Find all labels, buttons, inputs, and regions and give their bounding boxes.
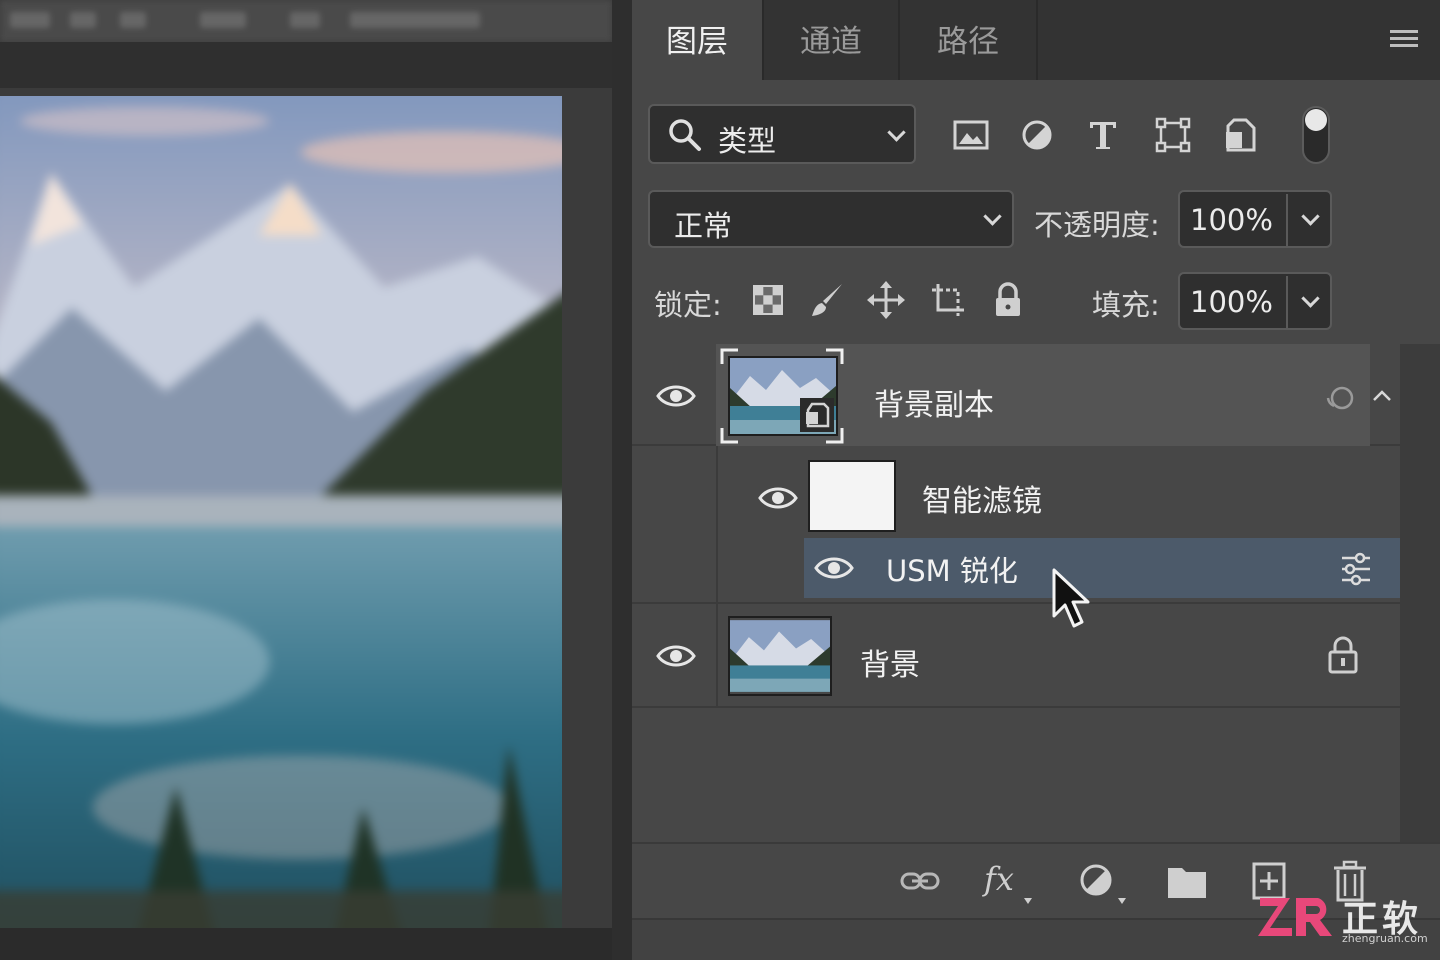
canvas-image[interactable] (0, 96, 562, 928)
eye-icon[interactable] (758, 486, 798, 510)
panel-tab-bar: 图层 通道 路径 (632, 0, 1440, 80)
lock-transparent-pixels-icon[interactable] (748, 280, 788, 320)
filter-toggle-switch[interactable] (1302, 106, 1330, 164)
lock-all-icon[interactable] (988, 280, 1028, 320)
layer-thumbnail[interactable] (728, 616, 832, 696)
eye-icon[interactable] (814, 556, 854, 580)
filter-kind-label: 类型 (718, 124, 777, 158)
tab-paths[interactable]: 路径 (900, 0, 1038, 80)
layer-filter-kind-dropdown[interactable]: 类型 (648, 104, 916, 164)
opacity-value[interactable]: 100% (1190, 203, 1273, 237)
filter-mask-thumbnail[interactable] (808, 460, 896, 532)
blend-mode-value: 正常 (674, 209, 733, 243)
adjustment-filter-icon[interactable] (1018, 116, 1056, 154)
link-layers-icon[interactable] (898, 860, 942, 904)
fx-icon[interactable]: fx (980, 860, 1038, 904)
image-filter-icon[interactable] (952, 116, 990, 154)
fill-label: 填充: (1092, 288, 1160, 322)
svg-text:fx: fx (982, 860, 1014, 898)
layers-list: 背景副本 智能滤镜 USM 锐化 背景 (632, 344, 1400, 842)
lock-image-pixels-icon[interactable] (808, 280, 848, 320)
eye-icon[interactable] (656, 644, 696, 668)
new-adjustment-icon[interactable] (1078, 860, 1132, 904)
layers-panel: 图层 通道 路径 类型 正常 不透明度: 100% 锁定: 填充: 100% 背… (632, 0, 1440, 960)
layer-name[interactable]: 背景 (860, 640, 920, 684)
new-group-icon[interactable] (1166, 860, 1210, 904)
layer-name[interactable]: 背景副本 (874, 380, 994, 424)
shape-filter-icon[interactable] (1154, 116, 1192, 154)
fill-value[interactable]: 100% (1190, 285, 1273, 319)
lock-position-icon[interactable] (866, 280, 906, 320)
document-tab-bar (0, 42, 612, 88)
fill-field[interactable]: 100% (1178, 272, 1332, 330)
layer-row-background-copy[interactable]: 背景副本 (632, 344, 1400, 446)
smart-filter-visibility-icon[interactable] (1324, 384, 1358, 414)
filter-name[interactable]: USM 锐化 (886, 548, 1018, 590)
thumbnail-selection-brackets (720, 348, 844, 444)
lock-label: 锁定: (654, 288, 722, 322)
lock-artboard-icon[interactable] (928, 280, 968, 320)
panel-menu-icon[interactable] (1390, 30, 1418, 52)
layer-row-usm-sharpen[interactable]: USM 锐化 (804, 538, 1400, 598)
zr-logo-icon (1258, 898, 1332, 936)
opacity-field[interactable]: 100% (1178, 190, 1332, 248)
layer-row-background[interactable]: 背景 (632, 604, 1400, 708)
chevron-up-icon[interactable] (1372, 388, 1392, 402)
document-canvas-area[interactable] (0, 0, 612, 960)
mountain-lake-image (0, 96, 562, 928)
search-icon (669, 119, 701, 151)
chevron-down-icon[interactable] (1301, 289, 1320, 308)
smart-object-filter-icon[interactable] (1222, 116, 1260, 154)
tab-layers[interactable]: 图层 (632, 0, 764, 80)
opacity-label: 不透明度: (1034, 208, 1160, 242)
type-filter-icon[interactable] (1084, 116, 1122, 154)
brand-watermark: 正软 zhengruan.com (1256, 890, 1432, 950)
layer-locked-icon[interactable] (1326, 636, 1360, 674)
watermark-domain: zhengruan.com (1342, 932, 1428, 945)
filter-blending-options-icon[interactable] (1340, 552, 1372, 586)
blend-mode-dropdown[interactable]: 正常 (648, 190, 1014, 248)
layers-scrollbar[interactable] (1400, 344, 1440, 842)
eye-icon[interactable] (656, 384, 696, 408)
layer-name[interactable]: 智能滤镜 (922, 476, 1042, 520)
tab-channels[interactable]: 通道 (764, 0, 900, 80)
mouse-cursor-icon (1052, 568, 1090, 628)
status-bar (0, 928, 612, 960)
chevron-down-icon[interactable] (1301, 207, 1320, 226)
layer-row-smart-filters[interactable]: 智能滤镜 (632, 446, 1400, 604)
options-bar (0, 0, 612, 42)
chevron-down-icon (983, 207, 1002, 226)
panel-divider[interactable] (612, 0, 632, 960)
chevron-down-icon (887, 123, 906, 142)
